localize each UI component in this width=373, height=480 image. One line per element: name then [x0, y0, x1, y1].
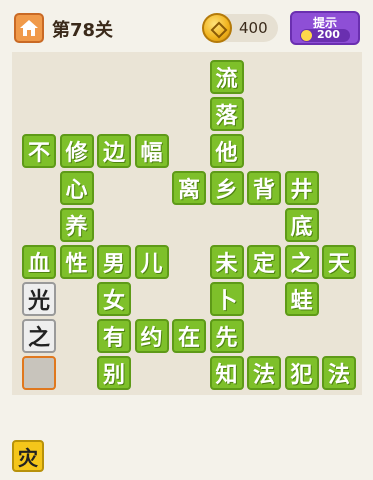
board-char-tile: 别 — [97, 356, 131, 390]
board-char-tile: 儿 — [134, 245, 169, 279]
board-char-tile: 有 — [97, 319, 131, 353]
board-char-tile: 性 — [59, 245, 94, 279]
filled-char-tile[interactable]: 之 — [22, 319, 56, 353]
board-char-tile: 知 — [209, 356, 244, 390]
board-char-tile: 背 — [247, 171, 281, 205]
board-char-tile: 卜 — [209, 282, 244, 316]
coin-count: 400 — [239, 19, 268, 37]
board-char-tile: 离 — [172, 171, 206, 205]
hint-cost-pill: 200 — [300, 28, 350, 42]
board-char-tile: 养 — [59, 208, 94, 242]
board-char-tile: 血 — [22, 245, 56, 279]
board-char-tile: 先 — [209, 319, 244, 353]
board-char-tile: 法 — [322, 356, 356, 390]
board-char-tile: 底 — [284, 208, 319, 242]
level-title: 第78关 — [52, 20, 114, 41]
board-char-tile: 流 — [209, 60, 244, 94]
board-char-tile: 之 — [284, 245, 319, 279]
candidate-char-tile[interactable]: 灾 — [12, 440, 44, 472]
coin-counter: 400 — [202, 13, 278, 43]
board-char-tile: 天 — [322, 245, 356, 279]
hint-cost: 200 — [317, 28, 340, 41]
board-char-tile: 不 — [22, 134, 56, 168]
hint-button[interactable]: 提示 200 — [290, 11, 360, 45]
board-char-tile: 乡 — [209, 171, 244, 205]
board-char-tile: 井 — [284, 171, 319, 205]
coin-icon — [202, 13, 232, 43]
board-char-tile: 蛙 — [284, 282, 319, 316]
board-char-tile: 幅 — [134, 134, 169, 168]
board-char-tile: 男 — [97, 245, 131, 279]
lightbulb-icon — [301, 30, 312, 41]
board-char-tile: 法 — [247, 356, 281, 390]
board-char-tile: 心 — [59, 171, 94, 205]
puzzle-board: 流落不修边幅他心离乡背井养底血性男儿未定之天光女卜蛙之有约在先别知法犯法 — [12, 52, 362, 395]
home-button[interactable] — [14, 13, 44, 43]
board-char-tile: 约 — [134, 319, 169, 353]
board-char-tile: 修 — [59, 134, 94, 168]
board-char-tile: 女 — [97, 282, 131, 316]
filled-char-tile[interactable]: 光 — [22, 282, 56, 316]
board-char-tile: 未 — [209, 245, 244, 279]
board-char-tile: 犯 — [284, 356, 319, 390]
board-char-tile: 边 — [97, 134, 131, 168]
answer-slot[interactable] — [22, 356, 56, 390]
board-char-tile: 定 — [247, 245, 281, 279]
board-char-tile: 他 — [209, 134, 244, 168]
board-char-tile: 在 — [172, 319, 206, 353]
top-bar: 第78关 400 提示 200 — [0, 0, 373, 50]
home-icon — [20, 20, 38, 36]
board-char-tile: 落 — [209, 97, 244, 131]
